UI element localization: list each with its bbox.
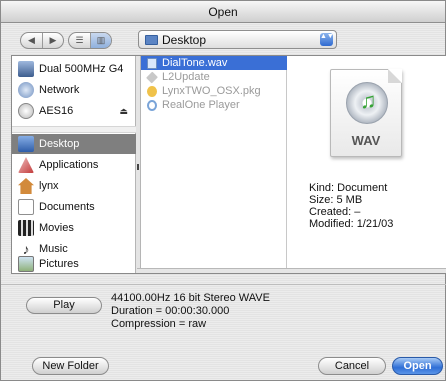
location-label: Desktop <box>162 32 207 47</box>
location-popup[interactable]: Desktop ▲▼ <box>138 30 337 49</box>
back-button[interactable]: ◀ <box>21 33 42 48</box>
cancel-button[interactable]: Cancel <box>318 357 386 375</box>
music-note-icon: ♫ <box>360 88 377 113</box>
popup-arrows-icon: ▲▼ <box>320 33 334 46</box>
view-mode-control: ☰ ▥ <box>68 32 112 49</box>
file-name: L2Update <box>162 71 210 83</box>
open-button[interactable]: Open <box>392 357 443 375</box>
file-item-dialtone[interactable]: DialTone.wav <box>141 56 287 70</box>
computer-icon <box>18 61 34 77</box>
column-view-button[interactable]: ▥ <box>90 33 111 48</box>
sidebar-item-label: lynx <box>39 180 59 192</box>
sidebar-item-aes16[interactable]: AES16 ⏏ <box>12 101 136 121</box>
eject-icon[interactable]: ⏏ <box>119 106 128 117</box>
play-button[interactable]: Play <box>26 297 102 314</box>
file-column: DialTone.wav L2Update LynxTWO_OSX.pkg Re… <box>141 56 287 273</box>
documents-icon <box>18 199 34 215</box>
file-size: Size: 5 MB <box>309 194 363 206</box>
sidebar-item-lynx[interactable]: lynx <box>12 176 136 196</box>
pictures-icon <box>18 256 34 272</box>
file-kind: Kind: Document <box>309 182 388 194</box>
wav-document-icon: ♫ WAV <box>330 69 402 157</box>
file-item-lynxtwo-pkg[interactable]: LynxTWO_OSX.pkg <box>141 84 287 98</box>
disk-icon <box>18 103 34 119</box>
application-icon <box>146 71 158 83</box>
sidebar-item-desktop[interactable]: Desktop <box>12 134 136 154</box>
home-icon <box>18 178 34 194</box>
file-name: DialTone.wav <box>162 57 228 69</box>
back-forward-control: ◀ ▶ <box>20 32 64 49</box>
sidebar-item-movies[interactable]: Movies <box>12 218 136 238</box>
horizontal-scrollbar[interactable] <box>137 268 446 273</box>
applications-icon <box>18 157 34 173</box>
desktop-icon <box>18 136 34 152</box>
sidebar-item-label: Applications <box>39 159 99 171</box>
sidebar-item-label: AES16 <box>39 105 74 117</box>
sidebar-item-label: Network <box>39 84 80 96</box>
sidebar-item-label: Pictures <box>39 258 79 270</box>
forward-button[interactable]: ▶ <box>42 33 63 48</box>
sidebar-item-label: Documents <box>39 201 95 213</box>
audio-info: 44100.00Hz 16 bit Stereo WAVE Duration =… <box>111 292 270 331</box>
file-type-badge: WAV <box>351 133 381 148</box>
sidebar-item-label: Movies <box>39 222 74 234</box>
package-icon <box>147 85 157 97</box>
sidebar: Dual 500MHz G4 Network AES16 ⏏ Desktop A… <box>12 56 136 273</box>
sidebar-divider <box>12 126 136 133</box>
sidebar-item-computer[interactable]: Dual 500MHz G4 <box>12 59 136 79</box>
file-item-l2update[interactable]: L2Update <box>141 70 287 84</box>
file-info: Kind: Document Size: 5 MB Created: – Mod… <box>309 182 393 230</box>
realone-icon <box>147 99 157 111</box>
file-browser: Dual 500MHz G4 Network AES16 ⏏ Desktop A… <box>11 55 446 274</box>
list-view-button[interactable]: ☰ <box>69 33 90 48</box>
open-dialog: Open ◀ ▶ ☰ ▥ Desktop ▲▼ Dual 500MHz G4 N… <box>0 0 446 381</box>
new-folder-button[interactable]: New Folder <box>32 357 109 375</box>
window-title: Open <box>1 1 445 23</box>
file-modified: Modified: 1/21/03 <box>309 218 394 230</box>
sidebar-item-label: Desktop <box>39 138 80 150</box>
movies-icon <box>18 220 34 236</box>
audio-compression: Compression = raw <box>111 318 207 330</box>
sidebar-item-pictures[interactable]: Pictures <box>12 254 136 274</box>
file-name: LynxTWO_OSX.pkg <box>162 85 261 97</box>
desktop-folder-icon <box>145 34 158 45</box>
file-item-realone[interactable]: RealOne Player <box>141 98 287 112</box>
sidebar-item-applications[interactable]: Applications <box>12 155 136 175</box>
audio-duration: Duration = 00:00:30.000 <box>111 305 230 317</box>
preview-pane: ♫ WAV Kind: Document Size: 5 MB Created:… <box>288 56 446 273</box>
file-name: RealOne Player <box>162 99 240 111</box>
sidebar-item-network[interactable]: Network <box>12 80 136 100</box>
sidebar-item-label: Dual 500MHz G4 <box>39 63 124 75</box>
section-divider <box>1 284 446 285</box>
sidebar-item-documents[interactable]: Documents <box>12 197 136 217</box>
network-icon <box>18 82 34 98</box>
audio-format: 44100.00Hz 16 bit Stereo WAVE <box>111 292 270 304</box>
file-created: Created: – <box>309 206 361 218</box>
wav-file-icon <box>147 57 157 69</box>
